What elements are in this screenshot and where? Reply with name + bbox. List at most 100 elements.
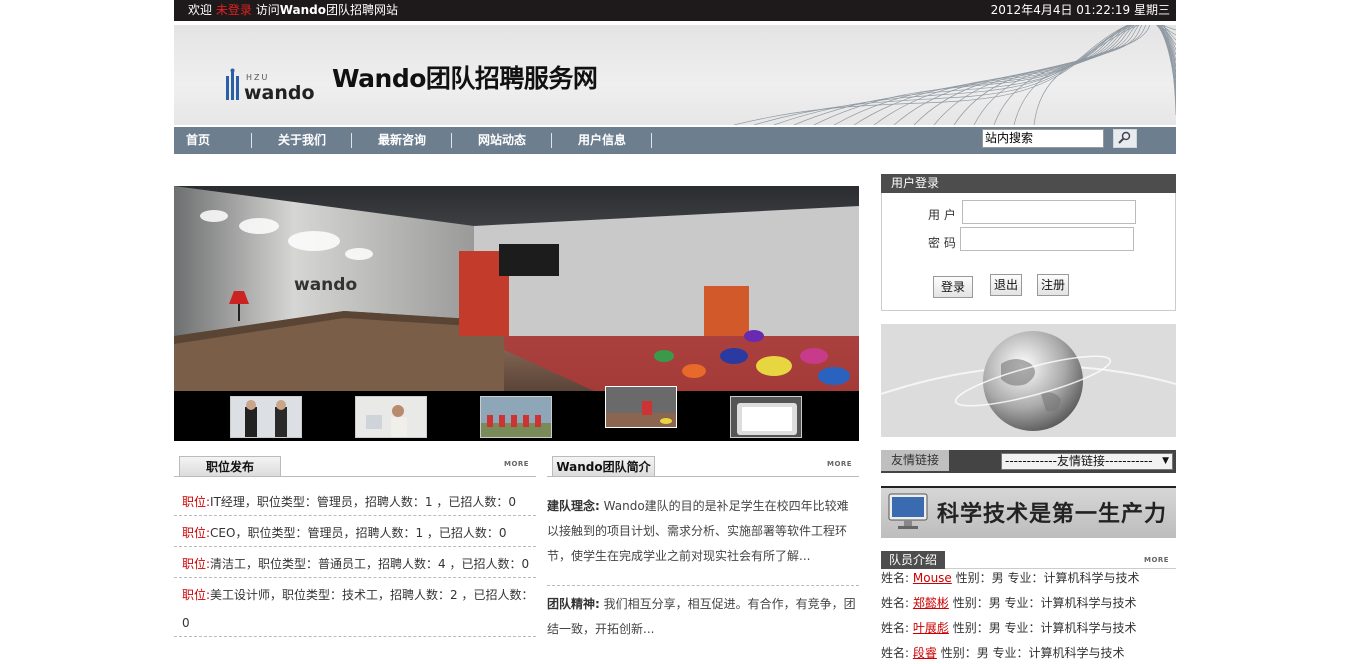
logout-button[interactable]: 退出 [990, 274, 1022, 296]
site-title: Wando团队招聘服务网 [332, 64, 598, 93]
member-item: 姓名: 叶展彪 性别：男 专业：计算机科学与技术 [881, 619, 1137, 636]
job-text: IT经理，职位类型：管理员，招聘人数：1 ，已招人数：0 [210, 495, 517, 509]
job-label: 职位: [182, 588, 211, 602]
job-item[interactable]: 职位:美工设计师，职位类型：技术工，招聘人数：2 ，已招人数： [182, 586, 534, 603]
logo-small-text: HZU [246, 73, 269, 82]
job-item-overflow: 0 [182, 616, 190, 630]
wave-lines-graphic [733, 25, 1176, 125]
slideshow-main-image[interactable]: wando [174, 186, 859, 391]
search-button[interactable] [1113, 129, 1137, 148]
welcome-text: 欢迎 [188, 3, 213, 17]
intro-panel-divider [547, 476, 859, 477]
nav-separator [451, 133, 452, 148]
wando-logo[interactable]: HZU wando [224, 68, 315, 108]
job-text: 美工设计师，职位类型：技术工，招聘人数：2 ，已招人数： [210, 588, 534, 602]
job-item[interactable]: 职位:CEO，职位类型：管理员，招聘人数：1 ，已招人数：0 [182, 524, 507, 541]
member-prefix: 姓名: [881, 596, 910, 610]
member-info: 性别：男 专业：计算机科学与技术 [952, 596, 1137, 610]
lobby-wall-logo: wando [294, 275, 357, 295]
member-prefix: 姓名: [881, 621, 910, 635]
thumbnail-group-photo[interactable] [480, 396, 552, 438]
password-label: 密 码 [928, 236, 956, 250]
logo-text: wando [244, 82, 314, 104]
nav-separator [551, 133, 552, 148]
job-item[interactable]: 职位:清洁工，职位类型：普通员工，招聘人数：4 ，已招人数：0 [182, 555, 529, 572]
login-status-link[interactable]: 未登录 [216, 3, 252, 17]
thumbnail-lobby-active[interactable] [605, 386, 677, 428]
intro-panel-title: Wando团队简介 [552, 456, 655, 476]
search-input[interactable]: 站内搜索 [982, 129, 1104, 148]
team-spirit-paragraph: 团队精神: 我们相互分享，相互促进。有合作，有竞争，团结一致，开拓创新... [547, 592, 859, 642]
member-info: 性别：男 专业：计算机科学与技术 [952, 621, 1137, 635]
nav-separator [251, 133, 252, 148]
header-banner: HZU wando Wando团队招聘服务网 [174, 25, 1176, 125]
friend-links-label: 友情链接 [881, 450, 949, 471]
job-text: CEO，职位类型：管理员，招聘人数：1 ，已招人数：0 [210, 526, 507, 540]
friend-links-bar: 友情链接 ------------友情链接----------- ▼ [881, 450, 1176, 473]
job-label: 职位: [182, 495, 211, 509]
nav-separator [351, 133, 352, 148]
login-panel-title: 用户登录 [881, 174, 1176, 193]
main-nav: 首页 关于我们 最新咨询 网站动态 用户信息 站内搜索 [174, 127, 1176, 154]
intro-divider [547, 585, 859, 586]
globe-image [881, 324, 1176, 437]
member-name-link[interactable]: 叶展彪 [913, 621, 949, 635]
member-name-link[interactable]: 段睿 [913, 646, 937, 660]
monitor-icon [888, 493, 928, 529]
team-idea-paragraph: 建队理念: Wando建队的目的是补足学生在校四年比较难以接触到的项目计划、需求… [547, 494, 859, 569]
ad-banner[interactable]: 科学技术是第一生产力 [881, 486, 1176, 538]
member-item: 姓名: Mouse 性别：男 专业：计算机科学与技术 [881, 569, 1139, 586]
nav-site-updates[interactable]: 网站动态 [478, 127, 526, 154]
job-label: 职位: [182, 557, 211, 571]
job-item[interactable]: 职位:IT经理，职位类型：管理员，招聘人数：1 ，已招人数：0 [182, 493, 516, 510]
member-item: 姓名: 郑懿彬 性别：男 专业：计算机科学与技术 [881, 594, 1137, 611]
jobs-more-link[interactable]: MORE [504, 460, 529, 468]
nav-news[interactable]: 最新咨询 [378, 127, 426, 154]
visit-brand: Wando [279, 3, 326, 17]
office-lobby-photo: wando [174, 186, 859, 391]
friend-links-select[interactable]: ------------友情链接----------- ▼ [1001, 453, 1173, 470]
username-input[interactable] [962, 200, 1136, 224]
chevron-down-icon: ▼ [1162, 456, 1169, 466]
team-idea-label: 建队理念: [547, 499, 600, 513]
member-name-link[interactable]: 郑懿彬 [913, 596, 949, 610]
job-divider [174, 515, 536, 516]
intro-more-link[interactable]: MORE [827, 460, 852, 468]
welcome-message: 欢迎 未登录 访问Wando团队招聘网站 [188, 0, 398, 21]
thumbnail-tablet[interactable] [730, 396, 802, 438]
top-bar: 欢迎 未登录 访问Wando团队招聘网站 2012年4月4日 01:22:19 … [174, 0, 1176, 21]
job-divider [174, 546, 536, 547]
thumbnail-handshake[interactable] [230, 396, 302, 438]
member-info: 性别：男 专业：计算机科学与技术 [940, 646, 1125, 660]
datetime: 2012年4月4日 01:22:19 星期三 [990, 3, 1170, 17]
job-divider [174, 577, 536, 578]
member-prefix: 姓名: [881, 571, 910, 585]
visit-suffix: 团队招聘网站 [326, 3, 399, 17]
visit-prefix: 访问 [255, 3, 280, 17]
job-text: 清洁工，职位类型：普通员工，招聘人数：4 ，已招人数：0 [210, 557, 530, 571]
jobs-panel-divider [174, 476, 536, 477]
slideshow-thumbnails [174, 386, 859, 441]
nav-separator [651, 133, 652, 148]
nav-about[interactable]: 关于我们 [278, 127, 326, 154]
ad-text: 科学技术是第一生产力 [937, 502, 1168, 527]
member-prefix: 姓名: [881, 646, 910, 660]
register-button[interactable]: 注册 [1037, 274, 1069, 296]
login-button[interactable]: 登录 [933, 276, 973, 298]
nav-user-info[interactable]: 用户信息 [578, 127, 626, 154]
password-input[interactable] [960, 227, 1134, 251]
member-info: 性别：男 专业：计算机科学与技术 [955, 571, 1140, 585]
thumbnail-office-woman[interactable] [355, 396, 427, 438]
jobs-panel-title: 职位发布 [179, 456, 281, 476]
search-icon [1118, 131, 1131, 144]
member-name-link[interactable]: Mouse [913, 571, 952, 585]
nav-home[interactable]: 首页 [186, 127, 210, 154]
login-panel: 用 户 密 码 登录 退出 注册 [881, 193, 1176, 311]
members-more-link[interactable]: MORE [1144, 556, 1169, 564]
job-divider [174, 636, 536, 637]
members-panel-title: 队员介绍 [881, 551, 945, 569]
page: 欢迎 未登录 访问Wando团队招聘网站 2012年4月4日 01:22:19 … [174, 0, 1176, 664]
team-spirit-label: 团队精神: [547, 597, 600, 611]
wando-logo-mark: HZU wando [226, 68, 315, 104]
username-label: 用 户 [928, 208, 956, 222]
